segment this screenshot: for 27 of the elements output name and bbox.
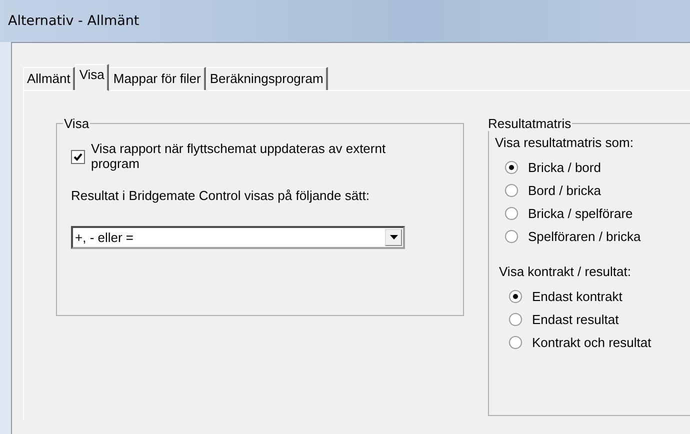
radio-label: Bord / bricka: [528, 183, 601, 198]
dropdown-label: Resultat i Bridgemate Control visas på följande sätt:: [71, 188, 370, 203]
checkbox-label: Visa rapport när flyttschemat uppdateras av externt program: [91, 141, 387, 171]
section-label: Visa resultatmatris som:: [495, 135, 634, 150]
radio-label: Kontrakt och resultat: [532, 335, 652, 350]
dropdown[interactable]: +, - eller =: [71, 226, 405, 249]
radio-button[interactable]: [505, 161, 518, 174]
radio-label: Endast kontrakt: [532, 289, 622, 304]
radio-button[interactable]: [509, 336, 522, 349]
radio-label: Endast resultat: [532, 312, 619, 327]
checkbox[interactable]: [71, 150, 85, 164]
radio-label: Spelföraren / bricka: [528, 229, 641, 244]
tab[interactable]: Allmänt: [23, 67, 76, 90]
radio-button[interactable]: [505, 207, 518, 220]
tab[interactable]: Mappar för filer: [109, 67, 206, 90]
tab[interactable]: Visa: [75, 64, 110, 91]
radio-button[interactable]: [505, 230, 518, 243]
radio-button[interactable]: [505, 184, 518, 197]
group-title: Visa: [63, 116, 90, 131]
radio-button[interactable]: [509, 313, 522, 326]
radio-label: Bricka / spelförare: [528, 206, 633, 221]
section-label: Visa kontrakt / resultat:: [499, 264, 632, 279]
radio-label: Bricka / bord: [528, 160, 601, 175]
tab[interactable]: Beräkningsprogram: [206, 67, 328, 90]
radio-button[interactable]: [509, 290, 522, 303]
window-title: Alternativ - Allmänt: [8, 13, 140, 29]
group-title: Resultatmatris: [487, 116, 572, 131]
